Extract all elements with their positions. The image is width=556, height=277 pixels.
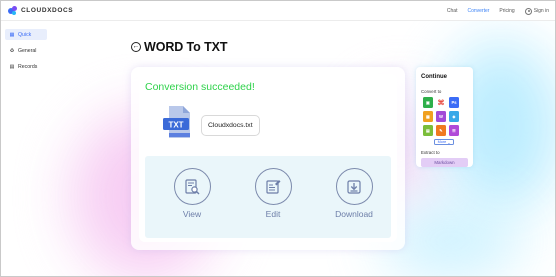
continue-title: Continue [421,74,447,80]
brand-logo-link[interactable]: CLOUDXDOCS [8,6,73,15]
sign-in-button[interactable]: Sign in [524,7,549,15]
sidebar-item-general[interactable]: ♻ General [5,45,47,56]
grid-icon: ▦ [9,31,15,38]
spreadsheet-format-icon[interactable]: ▤ [423,125,433,136]
nav-converter[interactable]: Converter [467,8,489,14]
download-icon [335,168,373,205]
extract-markdown-label: Markdown [434,160,455,165]
convert-to-label: Convert to [421,89,442,94]
continue-panel: Continue Convert to ▣ ⌘ Ps ▦ W ◈ ▤ ✎ ☰ M… [416,67,473,167]
file-type-label: TXT [168,120,183,129]
view-label: View [182,209,202,219]
edit-document-icon [254,168,292,205]
conversion-result-card: Conversion succeeded! TXT Cloudxdocs.txt [131,67,405,250]
file-name: Cloudxdocs.txt [208,122,253,129]
extract-markdown-button[interactable]: Markdown [421,158,468,167]
page-title-row: ← WORD To TXT [131,40,227,54]
brand-logo-icon [8,6,17,15]
list-icon: ▤ [9,63,15,70]
html-format-icon[interactable]: ◈ [449,111,459,122]
nav-chat[interactable]: Chat [447,8,458,14]
image-format-icon[interactable]: ▣ [423,97,433,108]
sidebar-item-quick[interactable]: ▦ Quick [5,29,47,40]
view-document-icon [173,168,211,205]
text-format-icon[interactable]: ☰ [449,125,459,136]
edit-label: Edit [265,209,281,219]
sidebar-item-label: Records [18,63,38,70]
excel-format-icon[interactable]: ▦ [423,111,433,122]
user-icon [524,7,532,15]
more-label: More [437,140,447,144]
chevron-down-icon: ⌄ [447,140,451,145]
file-actions: View Edit Download [145,156,391,238]
recycle-icon: ♻ [9,47,15,54]
nav-pricing[interactable]: Pricing [499,8,514,14]
app-window: CLOUDXDOCS Chat Converter Pricing Sign i… [0,0,556,277]
top-nav: Chat Converter Pricing Sign in [447,1,549,21]
format-grid: ▣ ⌘ Ps ▦ W ◈ ▤ ✎ ☰ [423,97,468,136]
result-panel: Conversion succeeded! TXT Cloudxdocs.txt [139,74,397,242]
download-button[interactable]: Download [329,168,379,219]
word-format-icon[interactable]: W [436,111,446,122]
sidebar-item-records[interactable]: ▤ Records [5,61,47,72]
file-name-box[interactable]: Cloudxdocs.txt [201,115,260,136]
more-formats-button[interactable]: More ⌄ [434,139,454,145]
sign-in-label: Sign in [533,8,549,14]
txt-file-icon: TXT [163,106,190,138]
top-header: CLOUDXDOCS Chat Converter Pricing Sign i… [1,1,555,21]
sidebar-item-label: General [18,47,37,54]
extract-to-label: Extract to [421,150,440,155]
page-title: WORD To TXT [144,40,228,54]
edit-button[interactable]: Edit [248,168,298,219]
conversion-status: Conversion succeeded! [145,81,255,93]
sidebar: ▦ Quick ♻ General ▤ Records [5,29,47,77]
markdown-format-icon[interactable]: ✎ [436,125,446,136]
ppt-format-icon[interactable]: Ps [449,97,459,108]
sidebar-item-label: Quick [18,31,32,38]
pdf-format-icon[interactable]: ⌘ [436,97,446,108]
back-arrow-icon[interactable]: ← [131,42,141,52]
brand-name: CLOUDXDOCS [21,7,74,14]
view-button[interactable]: View [167,168,217,219]
download-label: Download [335,209,373,219]
